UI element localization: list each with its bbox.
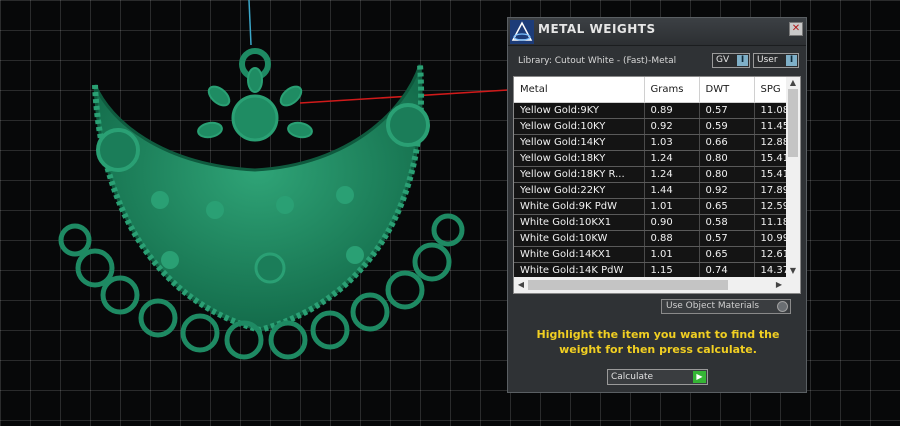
column-header-grams[interactable]: Grams — [644, 77, 700, 103]
metal-cell: Yellow Gold:22KY — [514, 182, 645, 199]
table-row[interactable]: Yellow Gold:10KY0.920.5911.45 — [514, 118, 786, 135]
calculate-button[interactable]: Calculate ▶ — [607, 369, 708, 385]
dwt-cell: 0.80 — [699, 150, 755, 167]
play-arrow-icon[interactable]: ▶ — [693, 371, 706, 383]
spg-cell: 17.89 — [754, 182, 786, 199]
left-medallion — [96, 128, 140, 172]
metal-cell: Yellow Gold:18KY R... — [514, 166, 645, 183]
grams-cell: 1.44 — [644, 182, 700, 199]
dwt-cell: 0.80 — [699, 166, 755, 183]
column-header-metal[interactable]: Metal — [514, 77, 645, 103]
table-row[interactable]: White Gold:14KX11.010.6512.61 — [514, 246, 786, 263]
metal-cell: White Gold:10KX1 — [514, 214, 645, 231]
matrix-app-icon — [510, 20, 534, 44]
spg-cell: 10.99 — [754, 230, 786, 247]
metal-grid: Metal Grams DWT SPG Yellow Gold:9KY 0.89 0… — [514, 77, 786, 277]
table-header-row: Metal Grams DWT SPG — [514, 77, 786, 103]
column-header-spg[interactable]: SPG — [754, 77, 786, 103]
library-label: Library: Cutout White - (Fast)-Metal — [518, 56, 677, 66]
grams-cell: 1.24 — [644, 166, 700, 183]
metal-list[interactable]: Metal Grams DWT SPG Yellow Gold:9KY 0.89 0… — [513, 76, 801, 294]
scroll-up-icon[interactable]: ▲ — [786, 77, 800, 89]
dialog-titlebar[interactable]: METAL WEIGHTS ✕ — [508, 18, 806, 46]
user-toggle[interactable]: User I — [753, 53, 799, 68]
spg-cell: 15.41 — [754, 150, 786, 167]
dwt-cell: 0.65 — [699, 246, 755, 263]
dialog-title: METAL WEIGHTS — [538, 22, 656, 36]
toggle-knob-icon: I — [786, 55, 797, 66]
grams-cell: 1.15 — [644, 262, 700, 277]
dwt-cell: 0.92 — [699, 182, 755, 199]
dwt-cell: 0.59 — [699, 118, 755, 135]
metal-cell: Yellow Gold:18KY — [514, 150, 645, 167]
dwt-cell: 0.66 — [699, 134, 755, 151]
metal-cell: White Gold:14K PdW — [514, 262, 645, 277]
column-header-dwt[interactable]: DWT — [699, 77, 755, 103]
dwt-cell: 0.65 — [699, 198, 755, 215]
grams-cell: 0.88 — [644, 230, 700, 247]
dwt-cell: 0.57 — [699, 102, 755, 119]
table-row[interactable]: Yellow Gold:9KY0.890.5711.08 — [514, 102, 786, 119]
metal-cell: Yellow Gold:10KY — [514, 118, 645, 135]
scroll-right-icon[interactable]: ▶ — [772, 277, 786, 293]
right-medallion — [386, 103, 430, 147]
dwt-cell: 0.58 — [699, 214, 755, 231]
grams-cell: 1.01 — [644, 198, 700, 215]
grams-cell: 0.89 — [644, 102, 700, 119]
table-row[interactable]: White Gold:10KW0.880.5710.99 — [514, 230, 786, 247]
radio-icon[interactable] — [777, 301, 788, 312]
sun-center — [231, 94, 279, 142]
spg-cell: 11.08 — [754, 102, 786, 119]
spg-cell: 14.37 — [754, 262, 786, 277]
metal-cell: White Gold:9K PdW — [514, 198, 645, 215]
dwt-cell: 0.74 — [699, 262, 755, 277]
metal-cell: White Gold:14KX1 — [514, 246, 645, 263]
table-row[interactable]: Yellow Gold:14KY1.030.6612.88 — [514, 134, 786, 151]
table-row[interactable]: White Gold:10KX10.900.5811.18 — [514, 214, 786, 231]
table-row[interactable]: Yellow Gold:18KY R...1.240.8015.41 — [514, 166, 786, 183]
close-icon[interactable]: ✕ — [789, 22, 803, 36]
grams-cell: 1.24 — [644, 150, 700, 167]
use-object-materials-label: Use Object Materials — [666, 301, 760, 311]
scroll-left-icon[interactable]: ◀ — [514, 277, 528, 293]
gv-toggle[interactable]: GV I — [712, 53, 750, 68]
spg-cell: 12.88 — [754, 134, 786, 151]
vertical-scroll-thumb[interactable] — [788, 89, 798, 157]
horizontal-scroll-thumb[interactable] — [528, 280, 728, 290]
grams-cell: 1.01 — [644, 246, 700, 263]
toggle-knob-icon: I — [737, 55, 748, 66]
metal-cell: Yellow Gold:14KY — [514, 134, 645, 151]
dwt-cell: 0.57 — [699, 230, 755, 247]
use-object-materials-option[interactable]: Use Object Materials — [661, 299, 791, 314]
metal-cell: White Gold:10KW — [514, 230, 645, 247]
metal-weights-dialog: METAL WEIGHTS ✕ Library: Cutout White - … — [507, 17, 807, 393]
grams-cell: 0.92 — [644, 118, 700, 135]
z-axis-line — [248, 0, 252, 46]
table-row[interactable]: White Gold:9K PdW1.010.6512.59 — [514, 198, 786, 215]
metal-table: Metal Grams DWT SPG Yellow Gold:9KY 0.89 0… — [514, 77, 786, 277]
vertical-scrollbar[interactable]: ▲ ▼ — [786, 77, 800, 277]
spg-cell: 11.18 — [754, 214, 786, 231]
spg-cell: 11.45 — [754, 118, 786, 135]
spg-cell: 15.41 — [754, 166, 786, 183]
horizontal-scrollbar[interactable]: ◀ ▶ — [514, 277, 786, 293]
user-label: User — [757, 55, 778, 65]
gv-label: GV — [716, 55, 730, 65]
spg-cell: 12.59 — [754, 198, 786, 215]
table-row[interactable]: Yellow Gold:18KY1.240.8015.41 — [514, 150, 786, 167]
table-row[interactable]: Yellow Gold:22KY1.440.9217.89 — [514, 182, 786, 199]
grams-cell: 0.90 — [644, 214, 700, 231]
spg-cell: 12.61 — [754, 246, 786, 263]
grams-cell: 1.03 — [644, 134, 700, 151]
calculate-label: Calculate — [611, 372, 654, 382]
instruction-text: Highlight the item you want to find the … — [536, 328, 780, 356]
table-row[interactable]: White Gold:14K PdW1.150.7414.37 — [514, 262, 786, 277]
scrollbar-corner — [786, 277, 800, 293]
scroll-down-icon[interactable]: ▼ — [786, 265, 800, 277]
metal-cell: Yellow Gold:9KY — [514, 102, 645, 119]
